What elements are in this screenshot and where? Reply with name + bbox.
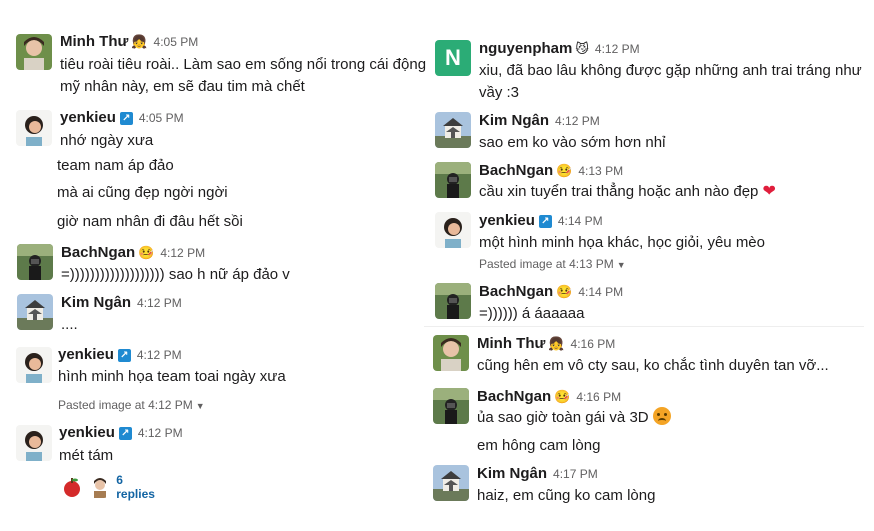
status-emoji: 👧 [548, 336, 565, 351]
avatar-minh-thu[interactable] [433, 335, 469, 371]
message-text: =)))))) á áaaaaa [479, 305, 585, 322]
sender-name[interactable]: Minh Thư [60, 33, 128, 50]
timestamp[interactable]: 4:12 PM [137, 348, 182, 362]
timestamp[interactable]: 4:12 PM [160, 246, 205, 260]
sender-name[interactable]: yenkieu [479, 212, 535, 229]
avatar-minh-thu[interactable] [16, 34, 52, 70]
avatar-nguyenpham[interactable]: N [435, 40, 471, 76]
chevron-down-icon[interactable]: ▼ [196, 401, 205, 411]
sender-name[interactable]: Kim Ngân [479, 112, 549, 129]
avatar-kim-ngan[interactable] [435, 112, 471, 148]
status-arrow-icon: ↗ [118, 427, 132, 440]
status-emoji: 😼 [575, 41, 589, 56]
message-text-line: vầy :3 [479, 84, 520, 101]
avatar-bachngan[interactable] [435, 162, 471, 198]
message-text-line: xiu, đã bao lâu không được gặp những anh… [479, 62, 862, 79]
message-text: nhớ ngày xưa [60, 132, 154, 149]
avatar-yenkieu[interactable] [16, 110, 52, 146]
pasted-image-time: 4:13 PM [569, 257, 614, 271]
avatar-bachngan[interactable] [17, 244, 53, 280]
message-text: mét tám [59, 447, 114, 464]
chevron-down-icon[interactable]: ▼ [617, 260, 626, 270]
message-text: một hình minh họa khác, học giỏi, yêu mè… [479, 234, 765, 251]
timestamp[interactable]: 4:05 PM [154, 35, 199, 49]
avatar-yenkieu[interactable] [16, 347, 52, 383]
message-divider [424, 326, 864, 327]
avatar-bachngan[interactable] [433, 388, 469, 424]
sender-name[interactable]: nguyenpham [479, 40, 572, 57]
message-text: .... [61, 316, 78, 333]
message-text: haiz, em cũng ko cam lòng [477, 487, 656, 504]
message-text: ủa sao giờ toàn gái và 3D [477, 409, 649, 426]
thread-replies[interactable]: 6 replies [61, 473, 160, 501]
replies-link[interactable]: 6 replies [116, 473, 159, 501]
message-text: sao em ko vào sớm hơn nhỉ [479, 134, 666, 151]
avatar-bachngan[interactable] [435, 283, 471, 319]
status-arrow-icon: ↗ [119, 112, 133, 125]
sender-name[interactable]: yenkieu [59, 424, 115, 441]
timestamp[interactable]: 4:17 PM [553, 467, 598, 481]
timestamp[interactable]: 4:12 PM [138, 426, 183, 440]
status-emoji: 🤒 [556, 284, 573, 299]
sender-name[interactable]: yenkieu [58, 346, 114, 363]
status-arrow-icon: ↗ [117, 349, 131, 362]
message-text: cầu xin tuyển trai thẳng hoặc anh nào đẹ… [479, 183, 759, 200]
timestamp[interactable]: 4:14 PM [578, 285, 623, 299]
heart-icon: ❤ [762, 183, 776, 200]
timestamp[interactable]: 4:13 PM [578, 164, 623, 178]
pasted-image-meta[interactable]: Pasted image at 4:13 PM ▼ [479, 257, 626, 271]
pasted-image-time: 4:12 PM [148, 398, 193, 412]
message-text: team nam áp đảo [57, 157, 174, 174]
message-text-line: mỹ nhân này, em sẽ đau tim mà chết [60, 78, 305, 95]
apple-avatar-icon [61, 476, 81, 498]
status-emoji: 🤒 [554, 389, 571, 404]
status-emoji: 👧 [131, 34, 148, 49]
sender-name[interactable]: Kim Ngân [477, 465, 547, 482]
message-text: mà ai cũng đẹp ngời ngời [57, 184, 228, 201]
sender-name[interactable]: Minh Thư [477, 335, 545, 352]
sad-face-icon [652, 407, 671, 425]
sender-name[interactable]: yenkieu [60, 109, 116, 126]
sender-name[interactable]: BachNgan [479, 162, 553, 179]
timestamp[interactable]: 4:12 PM [137, 296, 182, 310]
status-emoji: 🤒 [556, 163, 573, 178]
pasted-image-label: Pasted image at [58, 398, 145, 412]
sender-name[interactable]: BachNgan [479, 283, 553, 300]
avatar-kim-ngan[interactable] [433, 465, 469, 501]
sender-name[interactable]: BachNgan [61, 244, 135, 261]
minh-thu-avatar-icon [88, 476, 109, 498]
pasted-image-label: Pasted image at [479, 257, 566, 271]
timestamp[interactable]: 4:16 PM [576, 390, 621, 404]
message-text: hình minh họa team toai ngày xưa [58, 368, 286, 385]
message-text: =))))))))))))))))))) sao h nữ áp đảo v [61, 266, 290, 283]
sender-name[interactable]: BachNgan [477, 388, 551, 405]
timestamp[interactable]: 4:16 PM [571, 337, 616, 351]
message-text: giờ nam nhân đi đâu hết sồi [57, 213, 243, 230]
pasted-image-meta[interactable]: Pasted image at 4:12 PM ▼ [58, 398, 205, 412]
timestamp[interactable]: 4:12 PM [595, 42, 640, 56]
message-text: cũng hên em vô cty sau, ko chắc tình duy… [477, 357, 829, 374]
status-emoji: 🤒 [138, 245, 155, 260]
timestamp[interactable]: 4:12 PM [555, 114, 600, 128]
avatar-yenkieu[interactable] [16, 425, 52, 461]
avatar-kim-ngan[interactable] [17, 294, 53, 330]
status-arrow-icon: ↗ [538, 215, 552, 228]
timestamp[interactable]: 4:14 PM [558, 214, 603, 228]
message-text-line: tiêu roài tiêu roài.. Làm sao em sống nổ… [60, 56, 427, 73]
message-text: em hông cam lòng [477, 437, 601, 454]
avatar-yenkieu[interactable] [435, 212, 471, 248]
sender-name[interactable]: Kim Ngân [61, 294, 131, 311]
timestamp[interactable]: 4:05 PM [139, 111, 184, 125]
